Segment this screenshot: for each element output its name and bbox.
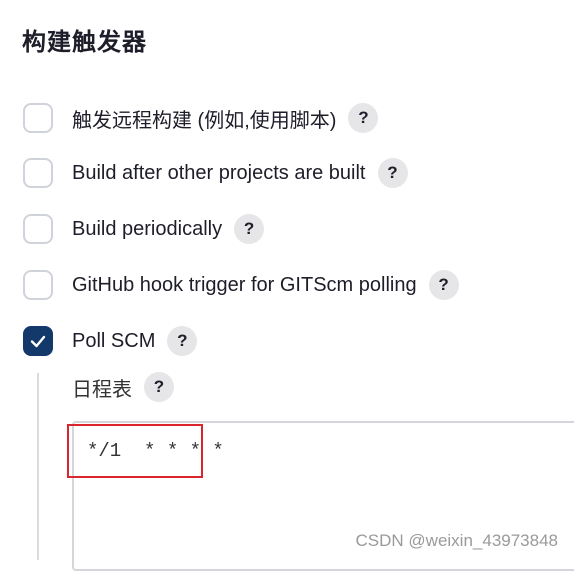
highlight-annotation-box	[67, 424, 203, 478]
trigger-after-other-projects-label: Build after other projects are built	[72, 161, 366, 184]
trigger-after-other-projects-checkbox[interactable]	[23, 158, 53, 188]
help-icon[interactable]: ?	[234, 214, 265, 244]
trigger-build-periodically[interactable]: Build periodically ?	[23, 212, 265, 246]
help-icon[interactable]: ?	[144, 372, 174, 402]
schedule-label: 日程表	[72, 378, 132, 401]
checkmark-icon	[30, 335, 46, 348]
nested-section-divider	[37, 373, 39, 560]
trigger-github-hook-checkbox[interactable]	[23, 270, 53, 300]
watermark: CSDN @weixin_43973848	[355, 531, 558, 550]
help-icon[interactable]: ?	[348, 103, 379, 133]
help-icon[interactable]: ?	[167, 326, 198, 356]
trigger-poll-scm[interactable]: Poll SCM ?	[23, 324, 198, 358]
trigger-github-hook[interactable]: GitHub hook trigger for GITScm polling ?	[23, 268, 459, 302]
trigger-build-periodically-label: Build periodically	[72, 217, 223, 240]
schedule-field-header: 日程表 ?	[72, 370, 174, 404]
section-title: 构建触发器	[22, 29, 147, 56]
help-icon[interactable]: ?	[377, 158, 408, 188]
trigger-remote-build-checkbox[interactable]	[23, 103, 53, 133]
trigger-after-other-projects[interactable]: Build after other projects are built ?	[23, 156, 408, 190]
trigger-remote-build-label: 触发远程构建 (例如,使用脚本)	[72, 109, 337, 132]
trigger-poll-scm-label: Poll SCM	[72, 329, 156, 352]
trigger-github-hook-label: GitHub hook trigger for GITScm polling	[72, 273, 417, 296]
help-icon[interactable]: ?	[428, 270, 459, 300]
trigger-build-periodically-checkbox[interactable]	[23, 214, 53, 244]
trigger-poll-scm-checkbox[interactable]	[23, 326, 53, 356]
trigger-remote-build[interactable]: 触发远程构建 (例如,使用脚本) ?	[23, 101, 379, 135]
